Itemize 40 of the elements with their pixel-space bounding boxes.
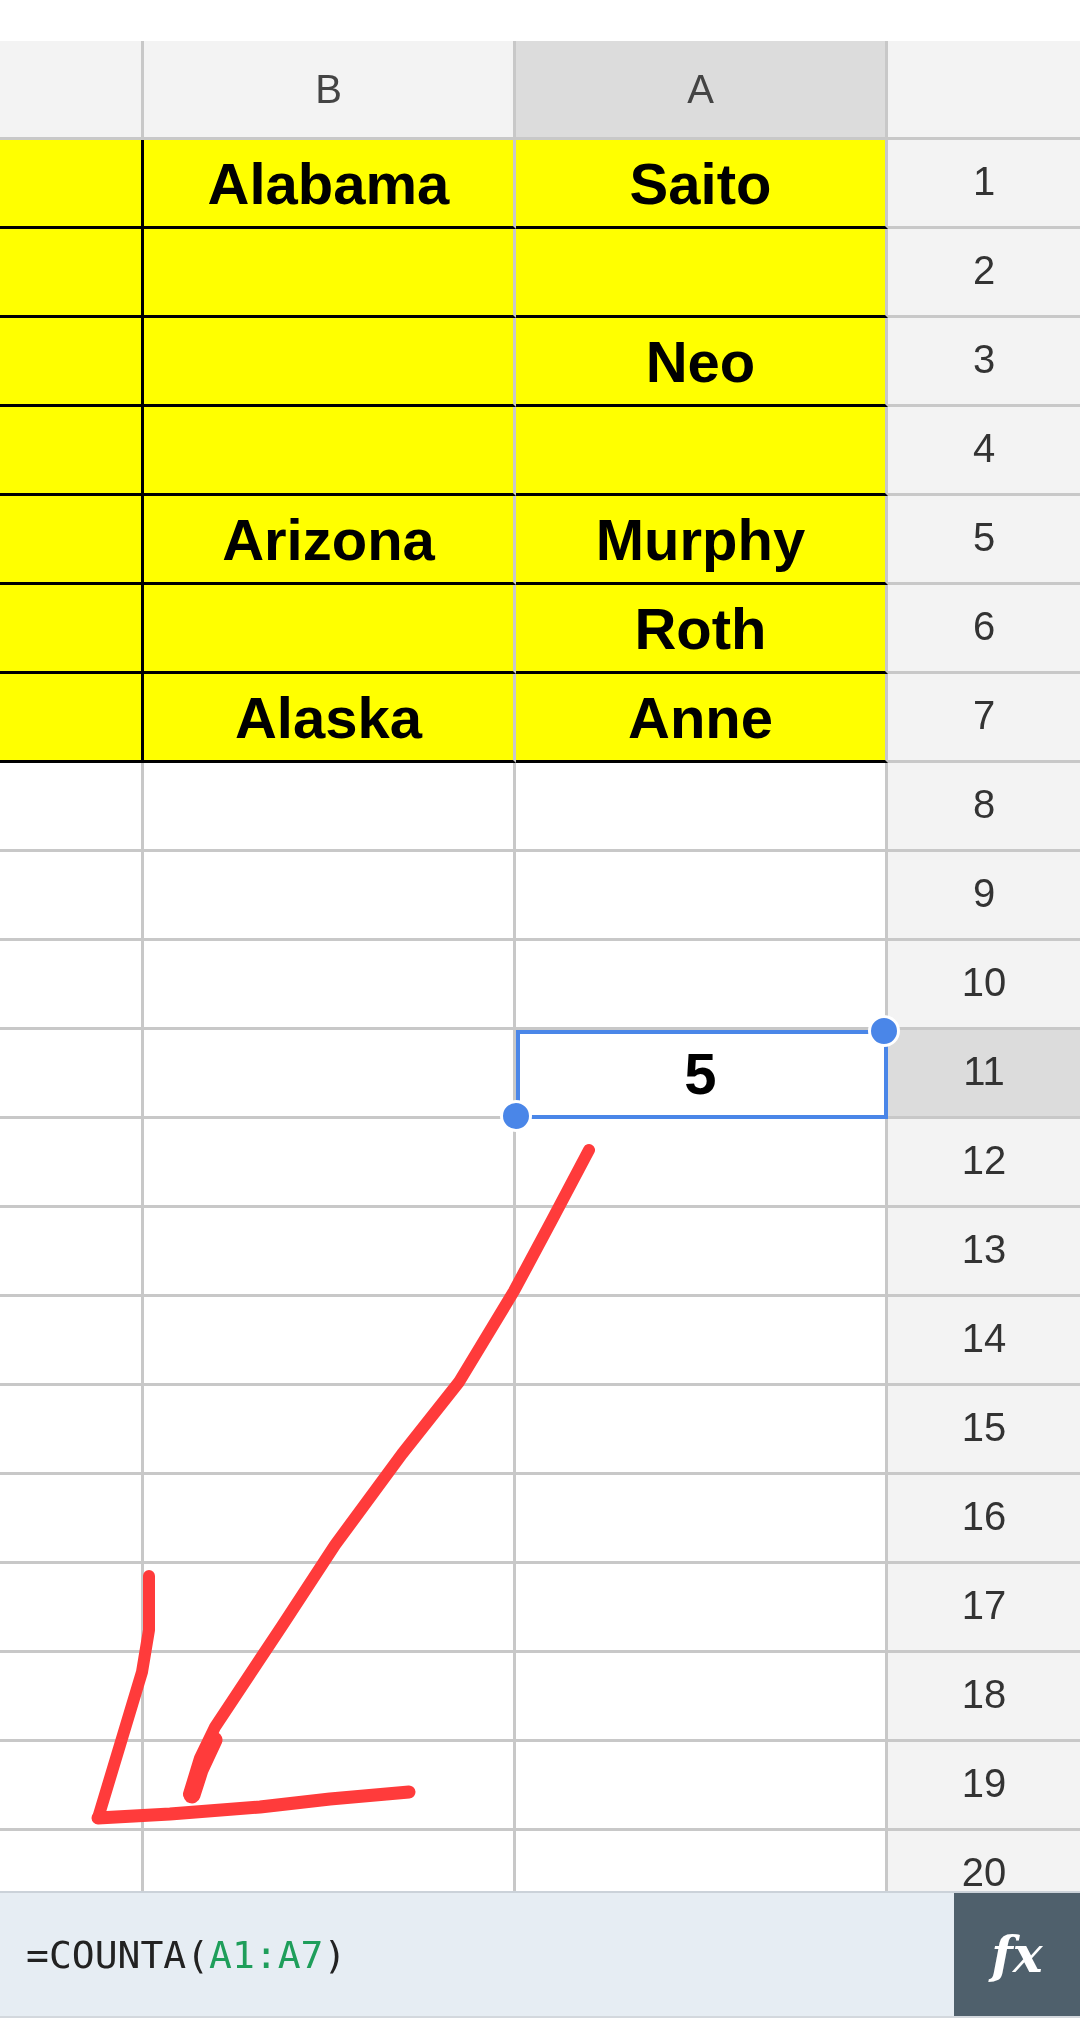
row-header[interactable]: 19 [888,1742,1080,1831]
row-header[interactable]: 12 [888,1119,1080,1208]
row-header[interactable]: 20 [888,1831,1080,1891]
row-header[interactable]: 5 [888,496,1080,585]
row-header[interactable]: 1 [888,140,1080,229]
row-header[interactable]: 8 [888,763,1080,852]
table-cell[interactable]: 5 [516,1030,888,1119]
column-header[interactable]: B [144,41,516,140]
row-header[interactable]: 9 [888,852,1080,941]
row-header[interactable]: 2 [888,229,1080,318]
formula-input[interactable]: =COUNTA(A1:A7) [0,1893,954,2016]
table-cell[interactable] [0,407,144,496]
row-header[interactable]: 16 [888,1475,1080,1564]
row-header[interactable]: 15 [888,1386,1080,1475]
row-header[interactable]: 17 [888,1564,1080,1653]
table-cell[interactable] [0,318,144,407]
table-cell[interactable]: Neo [516,318,888,407]
row-header[interactable]: 11 [888,1030,1080,1119]
table-cell[interactable]: Murphy [516,496,888,585]
table-cell[interactable]: Anne [516,674,888,763]
table-cell[interactable] [0,496,144,585]
table-cell[interactable]: Alabama [144,140,516,229]
row-header[interactable]: 4 [888,407,1080,496]
row-header[interactable]: 7 [888,674,1080,763]
row-header[interactable]: 6 [888,585,1080,674]
function-button[interactable]: fx [954,1893,1080,2016]
row-header[interactable]: 3 [888,318,1080,407]
table-cell[interactable]: Arizona [144,496,516,585]
table-cell[interactable]: Alaska [144,674,516,763]
table-cell[interactable] [0,229,144,318]
table-cell[interactable] [0,585,144,674]
table-cell[interactable]: Saito [516,140,888,229]
row-header[interactable]: 18 [888,1653,1080,1742]
table-cell[interactable] [0,674,144,763]
column-header[interactable]: A [516,41,888,140]
table-cell[interactable]: Roth [516,585,888,674]
row-header[interactable]: 13 [888,1208,1080,1297]
row-header[interactable]: 14 [888,1297,1080,1386]
row-header[interactable]: 10 [888,941,1080,1030]
table-cell[interactable] [0,140,144,229]
